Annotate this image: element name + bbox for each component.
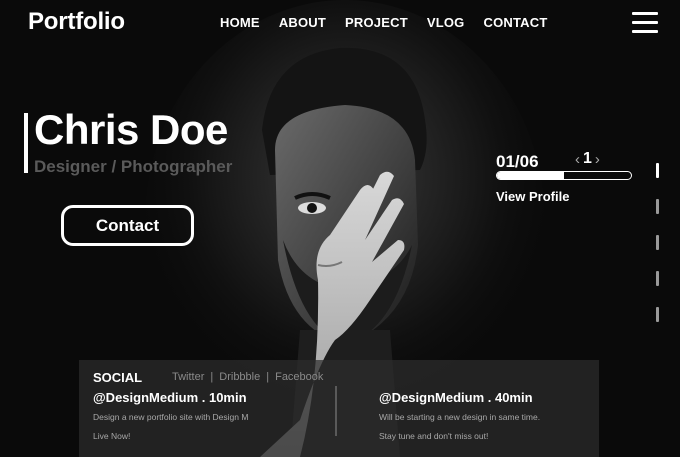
chevron-left-icon[interactable]: ‹ [575, 151, 580, 168]
hero-accent-bar [24, 113, 28, 173]
hero-role: Designer / Photographer [34, 157, 233, 176]
view-profile-link[interactable]: View Profile [496, 189, 569, 204]
post-handle: @DesignMedium . 10min [93, 390, 247, 405]
nav-item-contact[interactable]: CONTACT [483, 15, 547, 30]
pagination-dot[interactable] [656, 235, 659, 250]
hamburger-menu-icon[interactable] [632, 12, 658, 34]
slide-counter: 01/06 [496, 152, 539, 171]
pagination-dot[interactable] [656, 199, 659, 214]
post-text: Design a new portfolio site with Design … [93, 412, 249, 422]
post-divider [335, 386, 337, 436]
social-links: Twitter | Dribbble | Facebook [172, 371, 323, 383]
slide-progress-bar [496, 171, 632, 180]
post-text: Live Now! [93, 431, 131, 441]
social-link-twitter[interactable]: Twitter [172, 371, 204, 383]
main-nav: HOME ABOUT PROJECT VLOG CONTACT [220, 15, 566, 30]
nav-item-about[interactable]: ABOUT [279, 15, 326, 30]
pagination-dot[interactable] [656, 163, 659, 178]
pagination-dot[interactable] [656, 307, 659, 322]
menu-line [632, 21, 658, 24]
slider-nav: ‹ 1 › [575, 150, 600, 168]
contact-button[interactable]: Contact [61, 205, 194, 246]
slide-progress-fill [497, 172, 564, 179]
post-text: Will be starting a new design in same ti… [379, 412, 541, 422]
social-panel: SOCIAL Twitter | Dribbble | Facebook @De… [79, 360, 599, 457]
pagination-dot[interactable] [656, 271, 659, 286]
social-post[interactable]: @DesignMedium . 40min Will be starting a… [379, 390, 540, 450]
post-text: Stay tune and don't miss out! [379, 431, 489, 441]
site-logo[interactable]: Portfolio [28, 8, 125, 36]
hero-name: Chris Doe [34, 106, 228, 153]
menu-line [632, 12, 658, 15]
menu-line [632, 30, 658, 33]
slide-current-number: 1 [583, 150, 592, 167]
nav-item-home[interactable]: HOME [220, 15, 260, 30]
separator: | [266, 371, 270, 383]
separator: | [210, 371, 214, 383]
social-link-dribbble[interactable]: Dribbble [219, 371, 260, 383]
nav-item-project[interactable]: PROJECT [345, 15, 408, 30]
post-handle: @DesignMedium . 40min [379, 390, 533, 405]
side-pagination [656, 163, 659, 343]
social-link-facebook[interactable]: Facebook [275, 371, 323, 383]
nav-item-vlog[interactable]: VLOG [427, 15, 465, 30]
social-post[interactable]: @DesignMedium . 10min Design a new portf… [93, 390, 323, 450]
social-title: SOCIAL [93, 370, 143, 385]
chevron-right-icon[interactable]: › [595, 151, 600, 168]
